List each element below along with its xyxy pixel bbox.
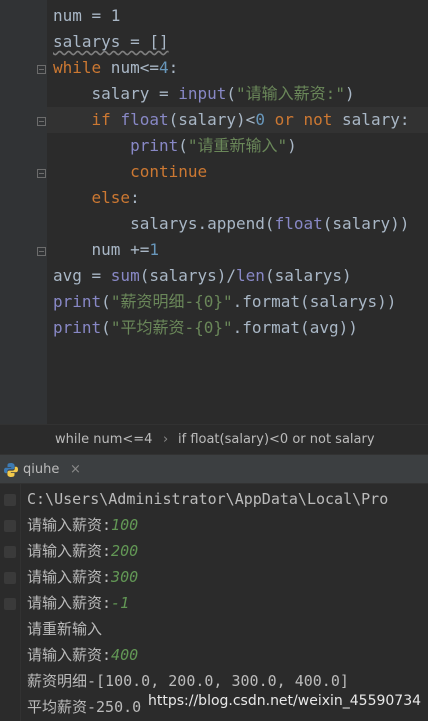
python-icon	[4, 463, 19, 477]
breadcrumb-separator: ›	[163, 432, 169, 447]
code-line-7[interactable]: continue	[53, 159, 207, 185]
console-line: 请输入薪资:100	[27, 512, 138, 538]
console-input-text: -1	[111, 594, 130, 612]
run-tab-label: qiuhe	[23, 462, 60, 477]
watermark-text: https://blog.csdn.net/weixin_45590734	[148, 693, 422, 709]
code-line-10[interactable]: num +=1	[53, 237, 159, 263]
console-line: 薪资明细-[100.0, 200.0, 300.0, 400.0]	[27, 668, 349, 694]
code-line-6[interactable]: print("请重新输入")	[53, 133, 297, 159]
console-output-text: 请输入薪资:	[27, 594, 112, 612]
code-line-3[interactable]: while num<=4:	[53, 55, 178, 81]
code-line-7-text: continue	[130, 162, 208, 181]
console-path-line: C:\Users\Administrator\AppData\Local\Pro	[27, 490, 389, 508]
fold-while-icon[interactable]	[37, 65, 46, 74]
run-tool-window-header: qiuhe ×	[0, 454, 428, 484]
console-line: 请输入薪资:200	[27, 538, 138, 564]
code-line-2[interactable]: salarys = []	[53, 29, 169, 55]
code-line-6-text: print("请重新输入")	[130, 136, 297, 155]
code-line-3-text: while num<=4:	[53, 58, 179, 77]
console-line: 请输入薪资:400	[27, 642, 138, 668]
code-line-4-text: salary = input("请输入薪资:")	[53, 84, 355, 103]
console-output-text: 请输入薪资:	[27, 646, 112, 664]
run-console[interactable]: C:\Users\Administrator\AppData\Local\Pro…	[0, 484, 428, 721]
console-line: 平均薪资-250.0	[27, 694, 141, 720]
console-output-text: 请输入薪资:	[27, 542, 112, 560]
breadcrumb-item-while[interactable]: while num<=4	[55, 425, 152, 455]
console-line: 请重新输入	[27, 616, 102, 642]
rerun-icon[interactable]	[4, 494, 16, 506]
code-line-5-text: if float(salary)<0 or not salary:	[91, 110, 410, 129]
close-icon[interactable]: ×	[70, 455, 81, 485]
code-line-9-text: salarys.append(float(salary))	[53, 214, 410, 233]
code-line-11-text: avg = sum(salarys)/len(salarys)	[53, 266, 352, 285]
editor-gutter	[0, 0, 47, 424]
fold-if-icon[interactable]	[37, 117, 46, 126]
code-line-2-text: salarys = []	[53, 32, 169, 51]
code-line-5[interactable]: if float(salary)<0 or not salary:	[53, 107, 410, 133]
code-line-11[interactable]: avg = sum(salarys)/len(salarys)	[53, 263, 352, 289]
code-line-4[interactable]: salary = input("请输入薪资:")	[53, 81, 355, 107]
fold-end-while-icon[interactable]	[37, 247, 46, 256]
console-output-text: 请输入薪资:	[27, 516, 112, 534]
code-line-13-text: print("平均薪资-{0}".format(avg))	[53, 318, 358, 337]
code-line-9[interactable]: salarys.append(float(salary))	[53, 211, 409, 237]
scroll-up-icon[interactable]	[4, 546, 16, 558]
console-input-text: 400	[111, 646, 139, 664]
code-line-1-text: num = 1	[53, 6, 121, 25]
console-input-text: 200	[111, 542, 139, 560]
code-line-10-text: num +=1	[53, 240, 159, 259]
console-line: 请输入薪资:-1	[27, 590, 129, 616]
console-input-text: 300	[111, 568, 139, 586]
code-line-8[interactable]: else:	[53, 185, 140, 211]
console-output-text: 平均薪资-250.0	[27, 698, 142, 716]
console-output-text: 请重新输入	[27, 620, 103, 638]
code-line-12-text: print("薪资明细-{0}".format(salarys))	[53, 292, 397, 311]
code-line-1[interactable]: num = 1	[53, 3, 120, 29]
console-line: 请输入薪资:300	[27, 564, 138, 590]
console-toolbar	[0, 484, 21, 721]
fold-end-if-icon[interactable]	[37, 169, 46, 178]
console-output-text: 请输入薪资:	[27, 568, 112, 586]
code-line-8-text: else:	[91, 188, 140, 207]
scroll-down-icon[interactable]	[4, 572, 16, 584]
console-input-text: 100	[111, 516, 139, 534]
console-output-text: 薪资明细-[100.0, 200.0, 300.0, 400.0]	[27, 672, 349, 690]
stop-icon[interactable]	[4, 520, 16, 532]
code-editor[interactable]: num = 1 salarys = [] while num<=4: salar…	[0, 0, 428, 424]
soft-wrap-icon[interactable]	[4, 598, 16, 610]
breadcrumb-item-if[interactable]: if float(salary)<0 or not salary	[178, 425, 375, 455]
code-line-13[interactable]: print("平均薪资-{0}".format(avg))	[53, 315, 358, 341]
breadcrumb: while num<=4 › if float(salary)<0 or not…	[0, 424, 428, 455]
run-tab-qiuhe[interactable]: qiuhe ×	[0, 455, 90, 485]
code-line-12[interactable]: print("薪资明细-{0}".format(salarys))	[53, 289, 396, 315]
